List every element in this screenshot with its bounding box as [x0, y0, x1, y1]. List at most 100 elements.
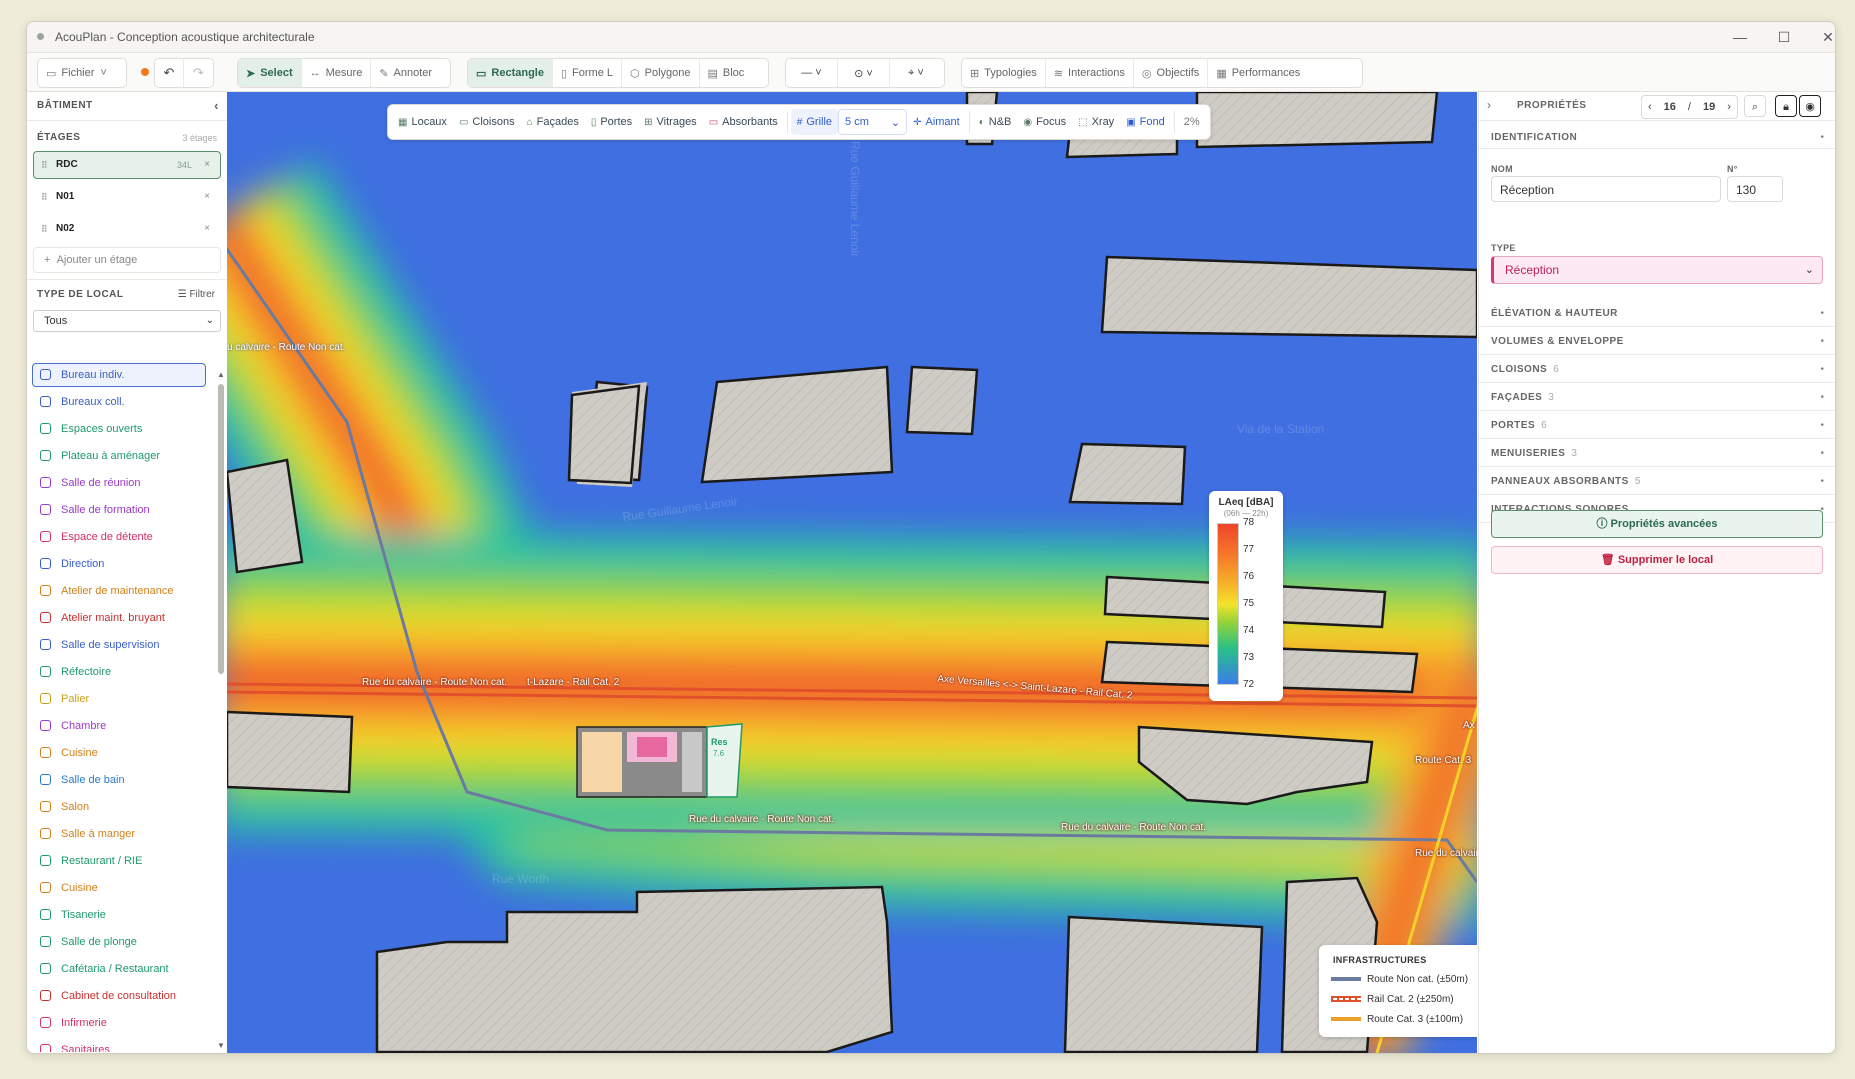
typologies-view-button[interactable]: ⊞ Typologies — [962, 59, 1046, 87]
interactions-view-button[interactable]: ≋ Interactions — [1046, 59, 1134, 87]
undo-button[interactable]: ↶ — [155, 59, 184, 87]
section-toggle-icon[interactable]: • — [1820, 392, 1824, 403]
objectives-view-button[interactable]: ◎ Objectifs — [1134, 59, 1209, 87]
room-type-checkbox[interactable] — [40, 396, 51, 407]
l-shape-tool-button[interactable]: ▯ Forme L — [553, 59, 623, 87]
drag-handle-icon[interactable]: ⠿ — [41, 216, 48, 242]
room-type-checkbox[interactable] — [40, 747, 51, 758]
room-type-checkbox[interactable] — [40, 504, 51, 515]
block-tool-button[interactable]: ▤ Bloc — [700, 59, 753, 87]
room-type-checkbox[interactable] — [40, 990, 51, 1001]
room-type-item[interactable]: Sanitaires — [27, 1037, 217, 1052]
visibility-button[interactable]: ◉ — [1799, 95, 1821, 117]
room-type-checkbox[interactable] — [40, 558, 51, 569]
room-type-checkbox[interactable] — [40, 774, 51, 785]
room-type-checkbox[interactable] — [40, 369, 51, 380]
drag-handle-icon[interactable]: ⠿ — [41, 184, 48, 210]
room-type-checkbox[interactable] — [40, 882, 51, 893]
identification-section[interactable]: IDENTIFICATION — [1491, 132, 1577, 143]
delete-room-button[interactable]: 🗑︎ Supprimer le local — [1491, 546, 1823, 574]
layer-portes-toggle[interactable]: ▯ Portes — [585, 109, 638, 135]
room-type-item[interactable]: Salle à manger — [27, 821, 217, 848]
floor-item-n02[interactable]: ⠿ N02 × — [33, 215, 221, 243]
room-type-checkbox[interactable] — [40, 1017, 51, 1028]
zoom-to-room-button[interactable]: ⌕ — [1744, 95, 1766, 117]
minimize-button[interactable]: — — [1725, 28, 1755, 46]
room-type-item[interactable]: Salle de réunion — [27, 470, 217, 497]
background-opacity[interactable]: 2% — [1178, 109, 1206, 135]
remove-floor-icon[interactable]: × — [204, 184, 210, 210]
section-toggle-icon[interactable]: • — [1820, 448, 1824, 459]
section-toggle-icon[interactable]: • — [1820, 476, 1824, 487]
room-type-checkbox[interactable] — [40, 936, 51, 947]
room-type-checkbox[interactable] — [40, 531, 51, 542]
measure-tool-button[interactable]: ↔ Mesure — [302, 59, 372, 87]
add-floor-button[interactable]: + Ajouter un étage — [33, 247, 221, 273]
room-type-item[interactable]: Restaurant / RIE — [27, 848, 217, 875]
section-toggle-icon[interactable]: • — [1820, 308, 1824, 319]
room-name-input[interactable]: Réception — [1491, 176, 1721, 202]
property-section-header[interactable]: PORTES 6 — [1491, 420, 1547, 431]
redo-button[interactable]: ↷ — [184, 59, 213, 87]
room-number-input[interactable]: 130 — [1727, 176, 1783, 202]
section-toggle-icon[interactable]: • — [1820, 336, 1824, 347]
xray-toggle[interactable]: ⬚ Xray — [1072, 109, 1120, 135]
room-type-item[interactable]: Plateau à aménager — [27, 443, 217, 470]
background-toggle[interactable]: ▣ Fond — [1120, 109, 1171, 135]
point-style-button[interactable]: ⊙ ˅ — [838, 59, 890, 87]
layer-locaux-toggle[interactable]: ▦ Locaux — [392, 109, 453, 135]
snap-toggle[interactable]: ✛ Aimant — [907, 109, 966, 135]
room-type-dropdown[interactable]: Réception ⌄ — [1491, 256, 1823, 284]
prev-room-icon[interactable]: ‹ — [1642, 101, 1658, 113]
remove-floor-icon[interactable]: × — [204, 152, 210, 178]
room-type-checkbox[interactable] — [40, 477, 51, 488]
room-type-item[interactable]: Salle de bain — [27, 767, 217, 794]
floor-item-rdc[interactable]: ⠿ RDC 34L × — [33, 151, 221, 179]
room-type-checkbox[interactable] — [40, 423, 51, 434]
room-type-item[interactable]: Tisanerie — [27, 902, 217, 929]
select-tool-button[interactable]: ➤ Select — [238, 59, 302, 87]
performances-view-button[interactable]: ▦ Performances — [1208, 59, 1308, 87]
room-type-checkbox[interactable] — [40, 855, 51, 866]
grid-toggle[interactable]: # Grille — [790, 109, 839, 135]
property-section-header[interactable]: VOLUMES & ENVELOPPE — [1491, 336, 1630, 347]
property-section-header[interactable]: MENUISERIES 3 — [1491, 448, 1577, 459]
room-type-item[interactable]: Espace de détente — [27, 524, 217, 551]
room-type-checkbox[interactable] — [40, 639, 51, 650]
room-type-item[interactable]: Cuisine — [27, 740, 217, 767]
next-room-icon[interactable]: › — [1721, 101, 1737, 113]
property-section-header[interactable]: PANNEAUX ABSORBANTS 5 — [1491, 476, 1640, 487]
room-type-item[interactable]: Atelier maint. bruyant — [27, 605, 217, 632]
noise-map-canvas[interactable]: Rue Guillaume Lenoir Rue Guillaume Lenoi… — [227, 92, 1477, 1053]
bw-toggle[interactable]: ◐ N&B — [973, 109, 1018, 135]
room-type-item[interactable]: Réfectoire — [27, 659, 217, 686]
layer-absorbants-toggle[interactable]: ▭ Absorbants — [703, 109, 784, 135]
room-type-item[interactable]: Bureaux coll. — [27, 389, 217, 416]
room-type-item[interactable]: Bureau indiv. — [27, 362, 217, 389]
line-style-button[interactable]: — ˅ — [786, 59, 838, 87]
scroll-up-icon[interactable]: ▲ — [217, 370, 225, 379]
focus-toggle[interactable]: ◉ Focus — [1017, 109, 1072, 135]
room-type-item[interactable]: Cabinet de consultation — [27, 983, 217, 1010]
room-type-checkbox[interactable] — [40, 720, 51, 731]
room-type-item[interactable]: Salle de plonge — [27, 929, 217, 956]
room-type-checkbox[interactable] — [40, 801, 51, 812]
grid-size-select[interactable]: 5 cm ⌄ — [838, 109, 908, 135]
room-label[interactable]: Res — [711, 737, 728, 747]
maximize-button[interactable]: ☐ — [1769, 28, 1799, 46]
room-type-checkbox[interactable] — [40, 693, 51, 704]
room-type-checkbox[interactable] — [40, 666, 51, 677]
room-type-item[interactable]: Atelier de maintenance — [27, 578, 217, 605]
property-section-header[interactable]: CLOISONS 6 — [1491, 364, 1559, 375]
room-type-item[interactable]: Chambre — [27, 713, 217, 740]
room-type-checkbox[interactable] — [40, 612, 51, 623]
property-section-header[interactable]: FAÇADES 3 — [1491, 392, 1554, 403]
room-type-checkbox[interactable] — [40, 909, 51, 920]
remove-floor-icon[interactable]: × — [204, 216, 210, 242]
room-type-select[interactable]: Tous ⌄ — [33, 310, 221, 332]
polygon-tool-button[interactable]: ⬡ Polygone — [622, 59, 700, 87]
section-toggle-icon[interactable]: • — [1820, 364, 1824, 375]
room-type-item[interactable]: Cuisine — [27, 875, 217, 902]
floor-item-n01[interactable]: ⠿ N01 × — [33, 183, 221, 211]
property-section-header[interactable]: ÉLÉVATION & HAUTEUR — [1491, 308, 1624, 319]
